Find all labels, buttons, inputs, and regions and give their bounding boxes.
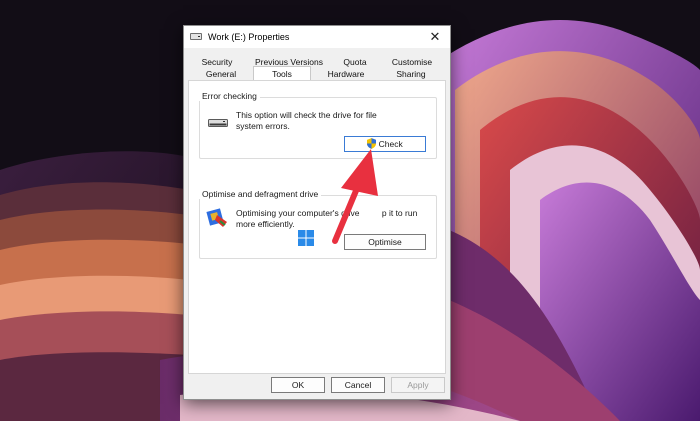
- properties-dialog: Work (E:) Properties ✕ Security Previous…: [183, 25, 451, 400]
- windows-logo-icon: [298, 230, 314, 246]
- ok-button[interactable]: OK: [271, 377, 325, 393]
- error-checking-description: This option will check the drive for fil…: [236, 110, 377, 131]
- optimise-description-line2: more efficiently.: [236, 219, 295, 229]
- window-title: Work (E:) Properties: [208, 32, 290, 42]
- optimise-label: Optimise and defragment drive: [199, 189, 322, 199]
- defrag-icon: [206, 208, 227, 227]
- optimise-button-label: Optimise: [368, 237, 402, 247]
- error-checking-group: Error checking This option will check th…: [199, 91, 437, 159]
- tab-security[interactable]: Security: [196, 56, 238, 68]
- uac-shield-icon: [367, 138, 377, 149]
- check-button[interactable]: Check: [344, 136, 426, 152]
- title-bar[interactable]: Work (E:) Properties ✕: [184, 26, 450, 48]
- cancel-button[interactable]: Cancel: [331, 377, 385, 393]
- tab-quota[interactable]: Quota: [336, 56, 374, 68]
- optimise-description-tail: p it to run: [381, 208, 418, 218]
- tab-hardware[interactable]: Hardware: [318, 68, 374, 80]
- drive-icon: [190, 33, 202, 40]
- close-icon: ✕: [429, 29, 441, 44]
- optimise-description: Optimising your computer's drive p it to…: [236, 208, 436, 230]
- drive-icon: [208, 119, 228, 127]
- tab-tools[interactable]: Tools: [253, 66, 311, 81]
- cancel-button-label: Cancel: [344, 380, 372, 390]
- optimise-button[interactable]: Optimise: [344, 234, 426, 250]
- tab-sharing[interactable]: Sharing: [384, 68, 438, 80]
- apply-button: Apply: [391, 377, 445, 393]
- apply-button-label: Apply: [407, 380, 429, 390]
- optimise-group: Optimise and defragment drive Optimising…: [199, 189, 437, 259]
- ok-button-label: OK: [291, 380, 305, 390]
- check-button-label: Check: [378, 139, 403, 149]
- error-checking-label: Error checking: [199, 91, 260, 101]
- close-button[interactable]: ✕: [420, 26, 450, 48]
- tab-customise[interactable]: Customise: [387, 56, 437, 68]
- tab-general[interactable]: General: [196, 68, 246, 80]
- optimise-description-line1: Optimising your computer's drive: [236, 208, 360, 218]
- tools-tab-panel: Error checking This option will check th…: [188, 80, 446, 374]
